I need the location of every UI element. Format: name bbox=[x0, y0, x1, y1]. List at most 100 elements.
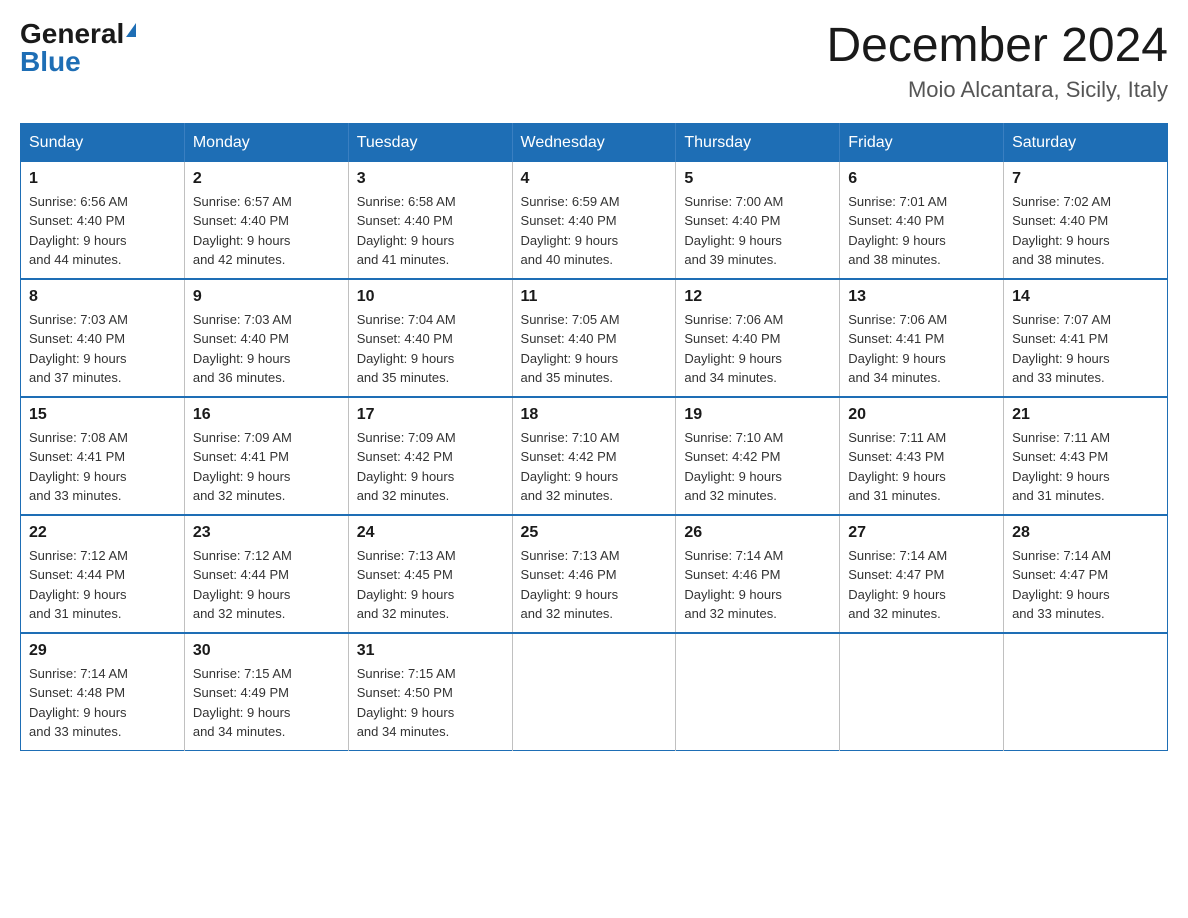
day-info: Sunrise: 7:14 AMSunset: 4:47 PMDaylight:… bbox=[1012, 546, 1159, 624]
day-info: Sunrise: 7:09 AMSunset: 4:41 PMDaylight:… bbox=[193, 428, 340, 506]
day-number: 21 bbox=[1012, 406, 1159, 424]
month-title: December 2024 bbox=[826, 20, 1168, 73]
calendar-cell: 19 Sunrise: 7:10 AMSunset: 4:42 PMDayligh… bbox=[676, 397, 840, 515]
day-number: 16 bbox=[193, 406, 340, 424]
calendar-cell: 13 Sunrise: 7:06 AMSunset: 4:41 PMDayligh… bbox=[840, 279, 1004, 397]
day-info: Sunrise: 7:10 AMSunset: 4:42 PMDaylight:… bbox=[521, 428, 668, 506]
calendar-cell: 3 Sunrise: 6:58 AMSunset: 4:40 PMDaylight… bbox=[348, 162, 512, 279]
calendar-cell: 2Sunrise: 6:57 AMSunset: 4:40 PMDaylight… bbox=[184, 162, 348, 279]
day-number: 20 bbox=[848, 406, 995, 424]
day-number: 3 bbox=[357, 170, 504, 188]
day-number: 24 bbox=[357, 524, 504, 542]
day-info: Sunrise: 7:00 AMSunset: 4:40 PMDaylight:… bbox=[684, 192, 831, 270]
calendar-cell: 7 Sunrise: 7:02 AMSunset: 4:40 PMDaylight… bbox=[1004, 162, 1168, 279]
day-number: 15 bbox=[29, 406, 176, 424]
day-number: 1 bbox=[29, 170, 176, 188]
day-number: 29 bbox=[29, 642, 176, 660]
day-info: Sunrise: 7:04 AMSunset: 4:40 PMDaylight:… bbox=[357, 310, 504, 388]
calendar-cell: 23Sunrise: 7:12 AMSunset: 4:44 PMDayligh… bbox=[184, 515, 348, 633]
logo-blue-text: Blue bbox=[20, 48, 81, 76]
location-title: Moio Alcantara, Sicily, Italy bbox=[826, 77, 1168, 103]
day-number: 27 bbox=[848, 524, 995, 542]
calendar-cell: 10 Sunrise: 7:04 AMSunset: 4:40 PMDayligh… bbox=[348, 279, 512, 397]
column-header-thursday: Thursday bbox=[676, 123, 840, 162]
calendar-header-row: SundayMondayTuesdayWednesdayThursdayFrid… bbox=[21, 123, 1168, 162]
calendar-cell: 11 Sunrise: 7:05 AMSunset: 4:40 PMDayligh… bbox=[512, 279, 676, 397]
day-number: 10 bbox=[357, 288, 504, 306]
calendar-week-row: 1 Sunrise: 6:56 AMSunset: 4:40 PMDaylight… bbox=[21, 162, 1168, 279]
day-number: 17 bbox=[357, 406, 504, 424]
calendar-cell bbox=[1004, 633, 1168, 751]
day-number: 11 bbox=[521, 288, 668, 306]
logo-general-text: General bbox=[20, 20, 124, 48]
day-number: 13 bbox=[848, 288, 995, 306]
calendar-cell: 24Sunrise: 7:13 AMSunset: 4:45 PMDayligh… bbox=[348, 515, 512, 633]
calendar-cell: 17 Sunrise: 7:09 AMSunset: 4:42 PMDayligh… bbox=[348, 397, 512, 515]
day-number: 12 bbox=[684, 288, 831, 306]
calendar-cell: 27 Sunrise: 7:14 AMSunset: 4:47 PMDayligh… bbox=[840, 515, 1004, 633]
calendar-cell: 1 Sunrise: 6:56 AMSunset: 4:40 PMDaylight… bbox=[21, 162, 185, 279]
calendar-week-row: 8Sunrise: 7:03 AMSunset: 4:40 PMDaylight… bbox=[21, 279, 1168, 397]
day-info: Sunrise: 7:02 AMSunset: 4:40 PMDaylight:… bbox=[1012, 192, 1159, 270]
day-number: 2 bbox=[193, 170, 340, 188]
calendar-cell bbox=[676, 633, 840, 751]
calendar-cell: 6 Sunrise: 7:01 AMSunset: 4:40 PMDaylight… bbox=[840, 162, 1004, 279]
day-info: Sunrise: 6:56 AMSunset: 4:40 PMDaylight:… bbox=[29, 192, 176, 270]
day-number: 19 bbox=[684, 406, 831, 424]
calendar-cell bbox=[512, 633, 676, 751]
day-info: Sunrise: 7:10 AMSunset: 4:42 PMDaylight:… bbox=[684, 428, 831, 506]
day-info: Sunrise: 7:15 AMSunset: 4:49 PMDaylight:… bbox=[193, 664, 340, 742]
calendar-cell: 25 Sunrise: 7:13 AMSunset: 4:46 PMDayligh… bbox=[512, 515, 676, 633]
calendar-cell: 16 Sunrise: 7:09 AMSunset: 4:41 PMDayligh… bbox=[184, 397, 348, 515]
day-number: 6 bbox=[848, 170, 995, 188]
day-info: Sunrise: 7:06 AMSunset: 4:40 PMDaylight:… bbox=[684, 310, 831, 388]
column-header-sunday: Sunday bbox=[21, 123, 185, 162]
calendar-cell: 29 Sunrise: 7:14 AMSunset: 4:48 PMDayligh… bbox=[21, 633, 185, 751]
day-info: Sunrise: 7:08 AMSunset: 4:41 PMDaylight:… bbox=[29, 428, 176, 506]
day-number: 25 bbox=[521, 524, 668, 542]
calendar-cell: 9 Sunrise: 7:03 AMSunset: 4:40 PMDaylight… bbox=[184, 279, 348, 397]
day-number: 22 bbox=[29, 524, 176, 542]
day-info: Sunrise: 6:58 AMSunset: 4:40 PMDaylight:… bbox=[357, 192, 504, 270]
logo-arrow-icon bbox=[126, 23, 136, 37]
column-header-monday: Monday bbox=[184, 123, 348, 162]
calendar-cell: 18 Sunrise: 7:10 AMSunset: 4:42 PMDayligh… bbox=[512, 397, 676, 515]
day-info: Sunrise: 7:14 AMSunset: 4:46 PMDaylight:… bbox=[684, 546, 831, 624]
calendar-cell: 30 Sunrise: 7:15 AMSunset: 4:49 PMDayligh… bbox=[184, 633, 348, 751]
day-info: Sunrise: 7:09 AMSunset: 4:42 PMDaylight:… bbox=[357, 428, 504, 506]
column-header-tuesday: Tuesday bbox=[348, 123, 512, 162]
day-info: Sunrise: 7:12 AMSunset: 4:44 PMDaylight:… bbox=[29, 546, 176, 624]
column-header-saturday: Saturday bbox=[1004, 123, 1168, 162]
calendar-cell: 14Sunrise: 7:07 AMSunset: 4:41 PMDayligh… bbox=[1004, 279, 1168, 397]
day-number: 31 bbox=[357, 642, 504, 660]
day-number: 5 bbox=[684, 170, 831, 188]
day-number: 4 bbox=[521, 170, 668, 188]
day-info: Sunrise: 7:05 AMSunset: 4:40 PMDaylight:… bbox=[521, 310, 668, 388]
calendar-week-row: 29 Sunrise: 7:14 AMSunset: 4:48 PMDayligh… bbox=[21, 633, 1168, 751]
day-number: 18 bbox=[521, 406, 668, 424]
calendar-week-row: 22 Sunrise: 7:12 AMSunset: 4:44 PMDayligh… bbox=[21, 515, 1168, 633]
day-number: 28 bbox=[1012, 524, 1159, 542]
calendar-cell: 21Sunrise: 7:11 AMSunset: 4:43 PMDayligh… bbox=[1004, 397, 1168, 515]
day-info: Sunrise: 7:13 AMSunset: 4:46 PMDaylight:… bbox=[521, 546, 668, 624]
day-info: Sunrise: 6:59 AMSunset: 4:40 PMDaylight:… bbox=[521, 192, 668, 270]
calendar-cell: 26 Sunrise: 7:14 AMSunset: 4:46 PMDayligh… bbox=[676, 515, 840, 633]
calendar-cell: 8Sunrise: 7:03 AMSunset: 4:40 PMDaylight… bbox=[21, 279, 185, 397]
day-info: Sunrise: 7:14 AMSunset: 4:47 PMDaylight:… bbox=[848, 546, 995, 624]
day-number: 7 bbox=[1012, 170, 1159, 188]
calendar-cell: 4 Sunrise: 6:59 AMSunset: 4:40 PMDaylight… bbox=[512, 162, 676, 279]
day-number: 30 bbox=[193, 642, 340, 660]
logo: General Blue bbox=[20, 20, 136, 76]
day-number: 9 bbox=[193, 288, 340, 306]
day-number: 26 bbox=[684, 524, 831, 542]
calendar-cell: 12 Sunrise: 7:06 AMSunset: 4:40 PMDayligh… bbox=[676, 279, 840, 397]
day-info: Sunrise: 7:14 AMSunset: 4:48 PMDaylight:… bbox=[29, 664, 176, 742]
day-number: 23 bbox=[193, 524, 340, 542]
title-section: December 2024 Moio Alcantara, Sicily, It… bbox=[826, 20, 1168, 103]
day-info: Sunrise: 7:03 AMSunset: 4:40 PMDaylight:… bbox=[193, 310, 340, 388]
day-info: Sunrise: 7:01 AMSunset: 4:40 PMDaylight:… bbox=[848, 192, 995, 270]
calendar-cell: 22 Sunrise: 7:12 AMSunset: 4:44 PMDayligh… bbox=[21, 515, 185, 633]
day-info: Sunrise: 7:06 AMSunset: 4:41 PMDaylight:… bbox=[848, 310, 995, 388]
calendar-cell bbox=[840, 633, 1004, 751]
calendar-week-row: 15 Sunrise: 7:08 AMSunset: 4:41 PMDayligh… bbox=[21, 397, 1168, 515]
